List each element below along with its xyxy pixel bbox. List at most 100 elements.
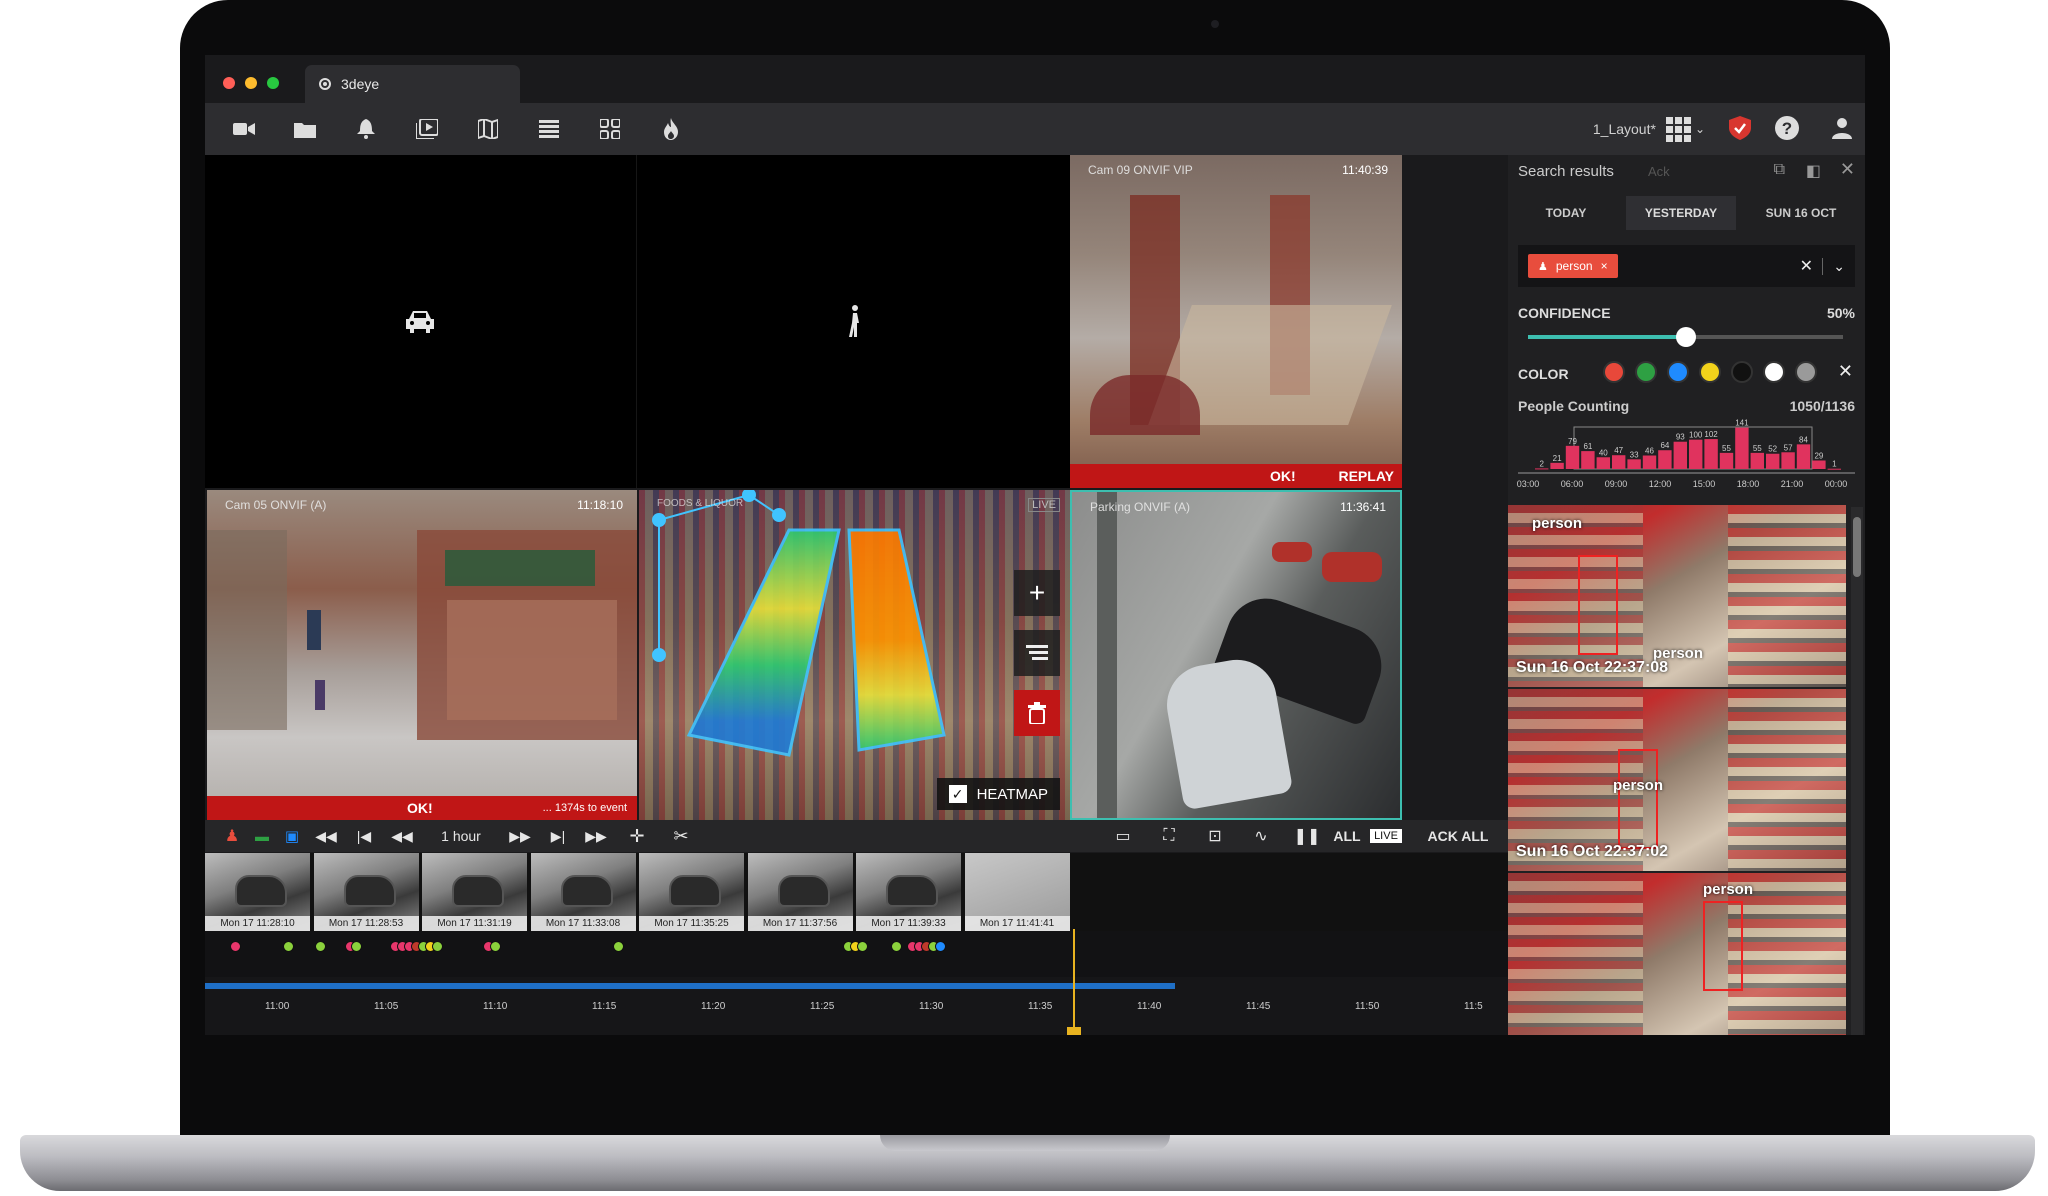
confidence-slider-handle[interactable] (1675, 327, 1696, 347)
video-cell-cam09[interactable]: Cam 09 ONVIF VIP 11:40:39 OK! REPLAY (1070, 155, 1402, 488)
car-filter-icon[interactable]: ▬ (247, 820, 277, 852)
filter-input[interactable]: ♟ person × ✕ ⌄ (1518, 245, 1855, 287)
person-filter-icon[interactable]: ♟ (217, 820, 247, 852)
timeline-thumbnail[interactable]: Mon 17 11:39:33 (856, 853, 961, 931)
timeline-thumbnail[interactable]: Mon 17 11:31:19 (422, 853, 527, 931)
face-filter-icon[interactable]: ▣ (277, 820, 307, 852)
dock-icon[interactable]: ◧ (1806, 161, 1821, 181)
user-icon[interactable] (1831, 117, 1853, 142)
tab-today[interactable]: TODAY (1516, 196, 1616, 230)
fullscreen-icon[interactable]: ⛶ (1146, 820, 1192, 852)
video-cell-cam05[interactable]: Cam 05 ONVIF (A) 11:18:10 OK! ... 1374s … (207, 490, 637, 820)
minimize-window-button[interactable] (245, 77, 257, 89)
live-button-label: LIVE (1370, 829, 1402, 843)
bell-icon[interactable] (335, 103, 396, 155)
video-camera-icon[interactable] (213, 103, 274, 155)
rewind-icon[interactable]: ◀◀ (383, 820, 421, 852)
playhead[interactable] (1073, 929, 1075, 1035)
clear-colors-icon[interactable]: ✕ (1838, 361, 1853, 382)
filter-chip-person[interactable]: ♟ person × (1528, 254, 1618, 278)
chart-bar (1827, 468, 1841, 470)
heatmap-toggle[interactable]: ✓ HEATMAP (936, 778, 1060, 810)
fit-screen-icon[interactable]: ⊡ (1192, 820, 1238, 852)
layout-name[interactable]: 1_Layout* (1593, 121, 1656, 137)
all-button[interactable]: ALL (1330, 820, 1364, 852)
skip-back-icon[interactable]: |◀ (345, 820, 383, 852)
timeline-thumbnail[interactable]: Mon 17 11:33:08 (530, 853, 636, 931)
map-icon[interactable] (457, 103, 518, 155)
delete-button[interactable] (1014, 690, 1060, 736)
prev-event-icon[interactable]: ◀◀ (307, 820, 345, 852)
folder-icon[interactable] (274, 103, 335, 155)
layers-button[interactable] (1014, 630, 1060, 676)
event-marker[interactable] (230, 941, 241, 952)
fire-icon[interactable] (640, 103, 701, 155)
dropdown-chevron-icon[interactable]: ⌄ (1822, 257, 1845, 275)
video-cell-heatmap[interactable]: FOODS & LIQUOR LIVE + ✓ HEATMAP (639, 490, 1070, 820)
shield-icon[interactable] (1729, 115, 1751, 143)
replay-button[interactable]: REPLAY (1338, 468, 1394, 484)
activity-icon[interactable]: ∿ (1238, 820, 1284, 852)
timeline-thumbnail[interactable]: Mon 17 11:28:10 (205, 853, 310, 931)
remove-chip-icon[interactable]: × (1601, 259, 1608, 273)
ack-all-button[interactable]: ACK ALL (1408, 820, 1508, 852)
next-event-icon[interactable]: ▶▶ (577, 820, 615, 852)
timeline-thumbnail[interactable]: Mon 17 11:35:25 (639, 853, 744, 931)
close-window-button[interactable] (223, 77, 235, 89)
event-marker[interactable] (315, 941, 326, 952)
color-swatch[interactable] (1731, 361, 1753, 383)
video-cell-parking[interactable]: Parking ONVIF (A) 11:36:41 (1070, 490, 1402, 820)
results-scrollbar[interactable] (1851, 507, 1863, 1035)
timeline-ruler[interactable]: 11:00 11:05 11:10 11:15 11:20 11:25 11:30 11:35… (205, 929, 1508, 1035)
event-marker[interactable] (891, 941, 902, 952)
event-marker[interactable] (857, 941, 868, 952)
fast-forward-icon[interactable]: ▶▶ (501, 820, 539, 852)
range-selector[interactable]: 1 hour (421, 820, 501, 852)
event-marker[interactable] (351, 941, 362, 952)
color-swatch[interactable] (1795, 361, 1817, 383)
timeline-thumbnail[interactable]: Mon 17 11:37:56 (747, 853, 853, 931)
search-result-item[interactable]: person person Sun 16 Oct 22:37:08 (1508, 505, 1846, 687)
skip-forward-icon[interactable]: ▶| (539, 820, 577, 852)
confidence-slider[interactable] (1528, 327, 1843, 347)
video-cell-car[interactable] (205, 155, 637, 488)
event-marker[interactable] (283, 941, 294, 952)
event-marker[interactable] (935, 941, 946, 952)
color-swatch[interactable] (1603, 361, 1625, 383)
zoom-in-button[interactable]: + (1014, 570, 1060, 616)
timeline-thumbnail[interactable]: Mon 17 11:41:41 (964, 853, 1070, 931)
search-result-item[interactable]: person Sun 16 Oct 22:37:02 (1508, 689, 1846, 871)
maximize-window-button[interactable] (267, 77, 279, 89)
live-button[interactable]: LIVE (1364, 820, 1408, 852)
scissors-icon[interactable]: ✂ (659, 820, 703, 852)
center-cursor-icon[interactable]: ✛ (615, 820, 659, 852)
color-swatch[interactable] (1699, 361, 1721, 383)
event-marker[interactable] (613, 941, 624, 952)
color-swatch[interactable] (1667, 361, 1689, 383)
timeline-thumbnail[interactable]: Mon 17 11:28:53 (313, 853, 419, 931)
list-icon[interactable] (518, 103, 579, 155)
grid-icon[interactable] (579, 103, 640, 155)
playhead-handle[interactable] (1067, 1027, 1081, 1035)
help-icon[interactable]: ? (1775, 115, 1799, 143)
pause-icon[interactable]: ❚❚ (1284, 820, 1330, 852)
video-cell-person[interactable] (637, 155, 1070, 488)
popout-icon[interactable]: ⧉ (1774, 161, 1785, 179)
browser-tab[interactable]: 3deye (305, 65, 520, 103)
search-result-item[interactable]: person (1508, 873, 1846, 1035)
color-swatch[interactable] (1763, 361, 1785, 383)
tab-sun-16-oct[interactable]: SUN 16 OCT (1746, 196, 1856, 230)
timeline-tick-label: 11:10 (483, 1001, 508, 1012)
ack-tab[interactable]: Ack (1648, 164, 1670, 179)
scrollbar-thumb[interactable] (1853, 517, 1861, 577)
event-marker[interactable] (490, 941, 501, 952)
color-swatch[interactable] (1635, 361, 1657, 383)
close-icon[interactable]: ✕ (1840, 159, 1855, 180)
event-marker[interactable] (432, 941, 443, 952)
tab-yesterday[interactable]: YESTERDAY (1626, 196, 1736, 230)
playlist-icon[interactable] (396, 103, 457, 155)
trash-icon (1028, 702, 1046, 724)
clear-filter-icon[interactable]: ✕ (1800, 256, 1813, 276)
layout-grid-selector[interactable]: ⌄ (1665, 116, 1705, 142)
filmstrip-icon[interactable]: ▭ (1100, 820, 1146, 852)
